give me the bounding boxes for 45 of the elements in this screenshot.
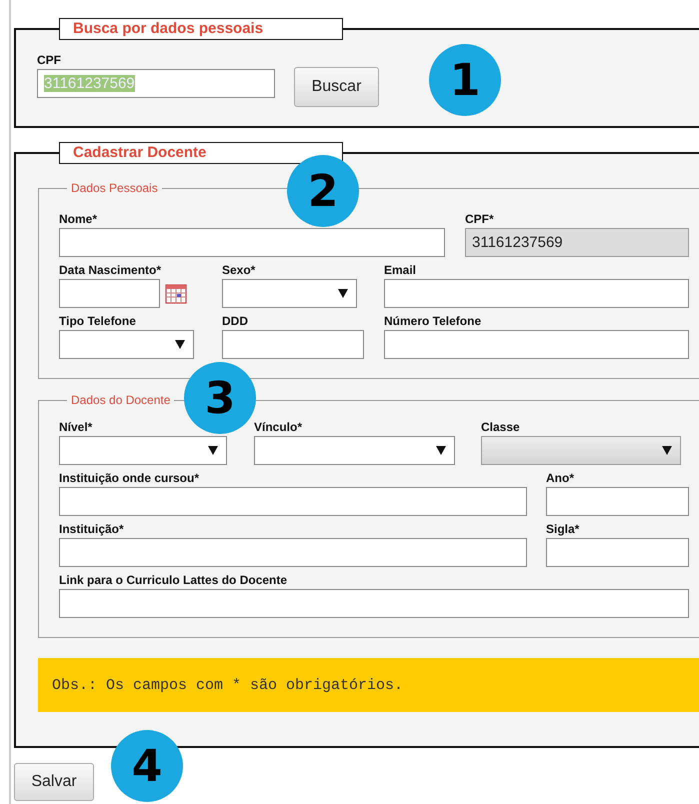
input-field[interactable] [59,228,445,257]
input-field[interactable] [59,487,527,516]
panel-title: Cadastrar Docente [59,142,343,164]
input-field[interactable] [59,538,527,567]
caret-icon [338,289,348,298]
input-field[interactable] [222,330,364,359]
panel-title: Busca por dados pessoais [59,18,343,40]
field-label: Instituição* [59,522,125,537]
field-label: Nome* [59,212,98,227]
field-label: CPF [37,53,62,68]
save-button[interactable]: Salvar [14,763,94,801]
field-label: Tipo Telefone [59,314,137,329]
field-label: CPF* [465,212,495,227]
section-title: Dados do Docente [70,393,172,407]
caret-icon [175,340,185,349]
field-label: Vínculo* [254,420,304,435]
select-field[interactable] [59,330,194,359]
field-label: Link para o Curriculo Lattes do Docente [59,573,288,588]
field-label: Número Telefone [384,314,482,329]
input-field[interactable] [59,589,689,618]
date-field[interactable] [59,279,160,308]
field-label: DDD [222,314,249,329]
calendar-icon[interactable] [165,284,187,304]
caret-icon [208,446,218,455]
section-title: Dados Pessoais [70,181,159,195]
field-label: Email [384,263,418,278]
field-label: Classe [481,420,521,435]
note-banner: Obs.: Os campos com * são obrigatórios. [38,658,699,712]
step-badge: 4 [111,730,183,802]
caret-icon [436,446,446,455]
caret-icon [662,446,672,455]
field-label: Instituição onde cursou* [59,471,200,486]
select-field[interactable] [222,279,357,308]
field-label: Ano* [546,471,575,486]
select-field[interactable] [59,436,227,465]
input-field[interactable] [546,538,689,567]
field-label: Sigla* [546,522,580,537]
search-button[interactable]: Buscar [294,67,379,107]
field-label: Data Nascimento* [59,263,162,278]
select-field[interactable] [254,436,455,465]
input-field[interactable] [384,330,689,359]
input-field[interactable] [384,279,689,308]
field-label: Sexo* [222,263,256,278]
input-field[interactable] [546,487,689,516]
field-label: Nível* [59,420,94,435]
